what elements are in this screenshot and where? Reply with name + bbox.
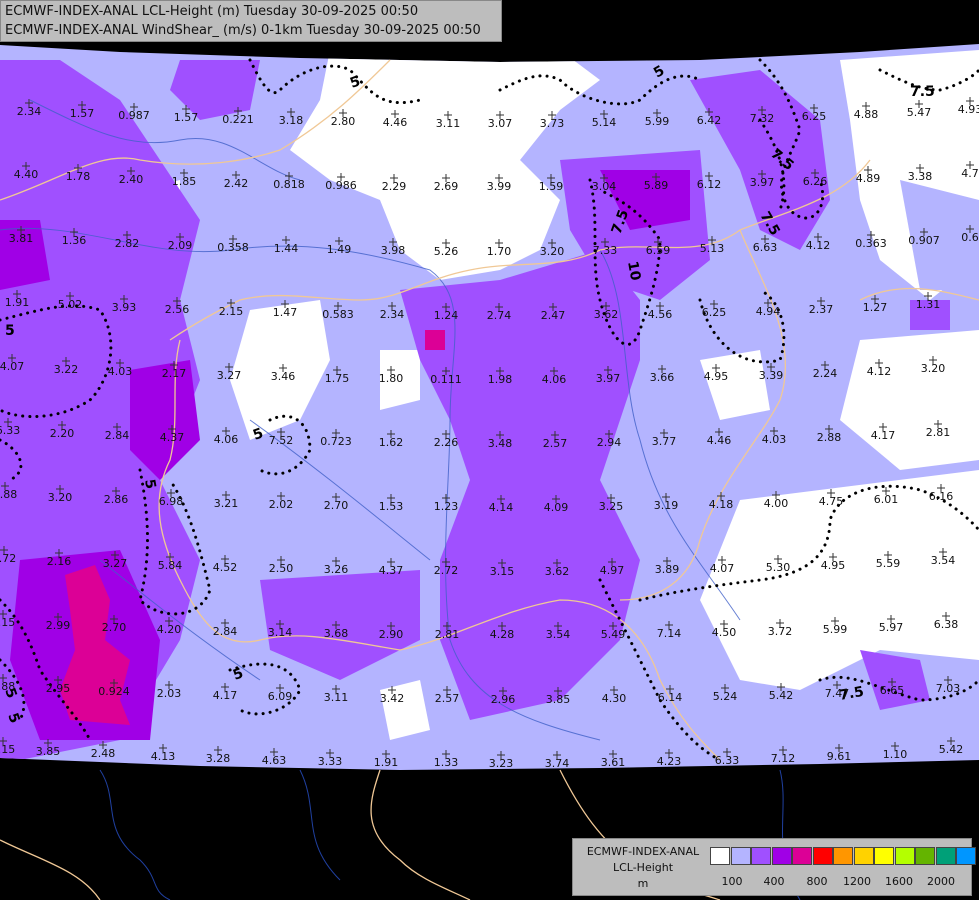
legend-tick: 1200 <box>843 875 871 888</box>
legend-tick: 400 <box>763 875 785 888</box>
map-value-label: 2.88 <box>0 488 17 501</box>
legend-tick: 2000 <box>927 875 955 888</box>
legend-tick: 100 <box>721 875 743 888</box>
title-line-1: ECMWF-INDEX-ANAL LCL-Height (m) Tuesday … <box>5 4 419 19</box>
lcl-height-field <box>0 44 979 770</box>
contour-label: 5 <box>5 323 15 339</box>
contour-label: 10 <box>624 260 643 282</box>
legend-source: ECMWF-INDEX-ANAL <box>586 845 700 858</box>
title-box: ECMWF-INDEX-ANAL LCL-Height (m) Tuesday … <box>0 0 502 42</box>
legend-swatch <box>874 847 894 865</box>
map-value-label: 4.15 <box>0 616 15 629</box>
map-value-label: 4.15 <box>0 743 15 756</box>
legend-tick: 800 <box>806 875 828 888</box>
title-line-2: ECMWF-INDEX-ANAL WindShear_ (m/s) 0-1km … <box>5 23 481 38</box>
legend-swatch <box>710 847 730 865</box>
legend-swatch <box>730 847 751 865</box>
legend-unit: m <box>637 877 649 890</box>
color-legend: ECMWF-INDEX-ANAL LCL-Height m 100 400 80… <box>572 838 976 896</box>
legend-swatch <box>792 847 812 865</box>
legend-swatch <box>956 847 976 865</box>
legend-swatch <box>812 847 833 865</box>
legend-tick: 1600 <box>885 875 913 888</box>
map-value-label: 4.93 <box>958 103 979 116</box>
map-value-label: 4.72 <box>0 552 16 565</box>
contour-label: 7.5 <box>910 84 935 100</box>
map-value-label: 6.33 <box>0 424 20 437</box>
map-value-label: 3.88 <box>0 680 15 693</box>
legend-swatch <box>915 847 935 865</box>
legend-variable: LCL-Height <box>612 861 674 874</box>
weather-map: 5 5 7.5 7.5 7.5 5 10 7.5 5 5 7.5 5 5 5 2… <box>0 0 979 900</box>
legend-swatch <box>853 847 874 865</box>
legend-swatch <box>771 847 792 865</box>
legend-swatch <box>751 847 771 865</box>
legend-swatch <box>935 847 956 865</box>
legend-swatch <box>833 847 853 865</box>
legend-swatch <box>894 847 915 865</box>
